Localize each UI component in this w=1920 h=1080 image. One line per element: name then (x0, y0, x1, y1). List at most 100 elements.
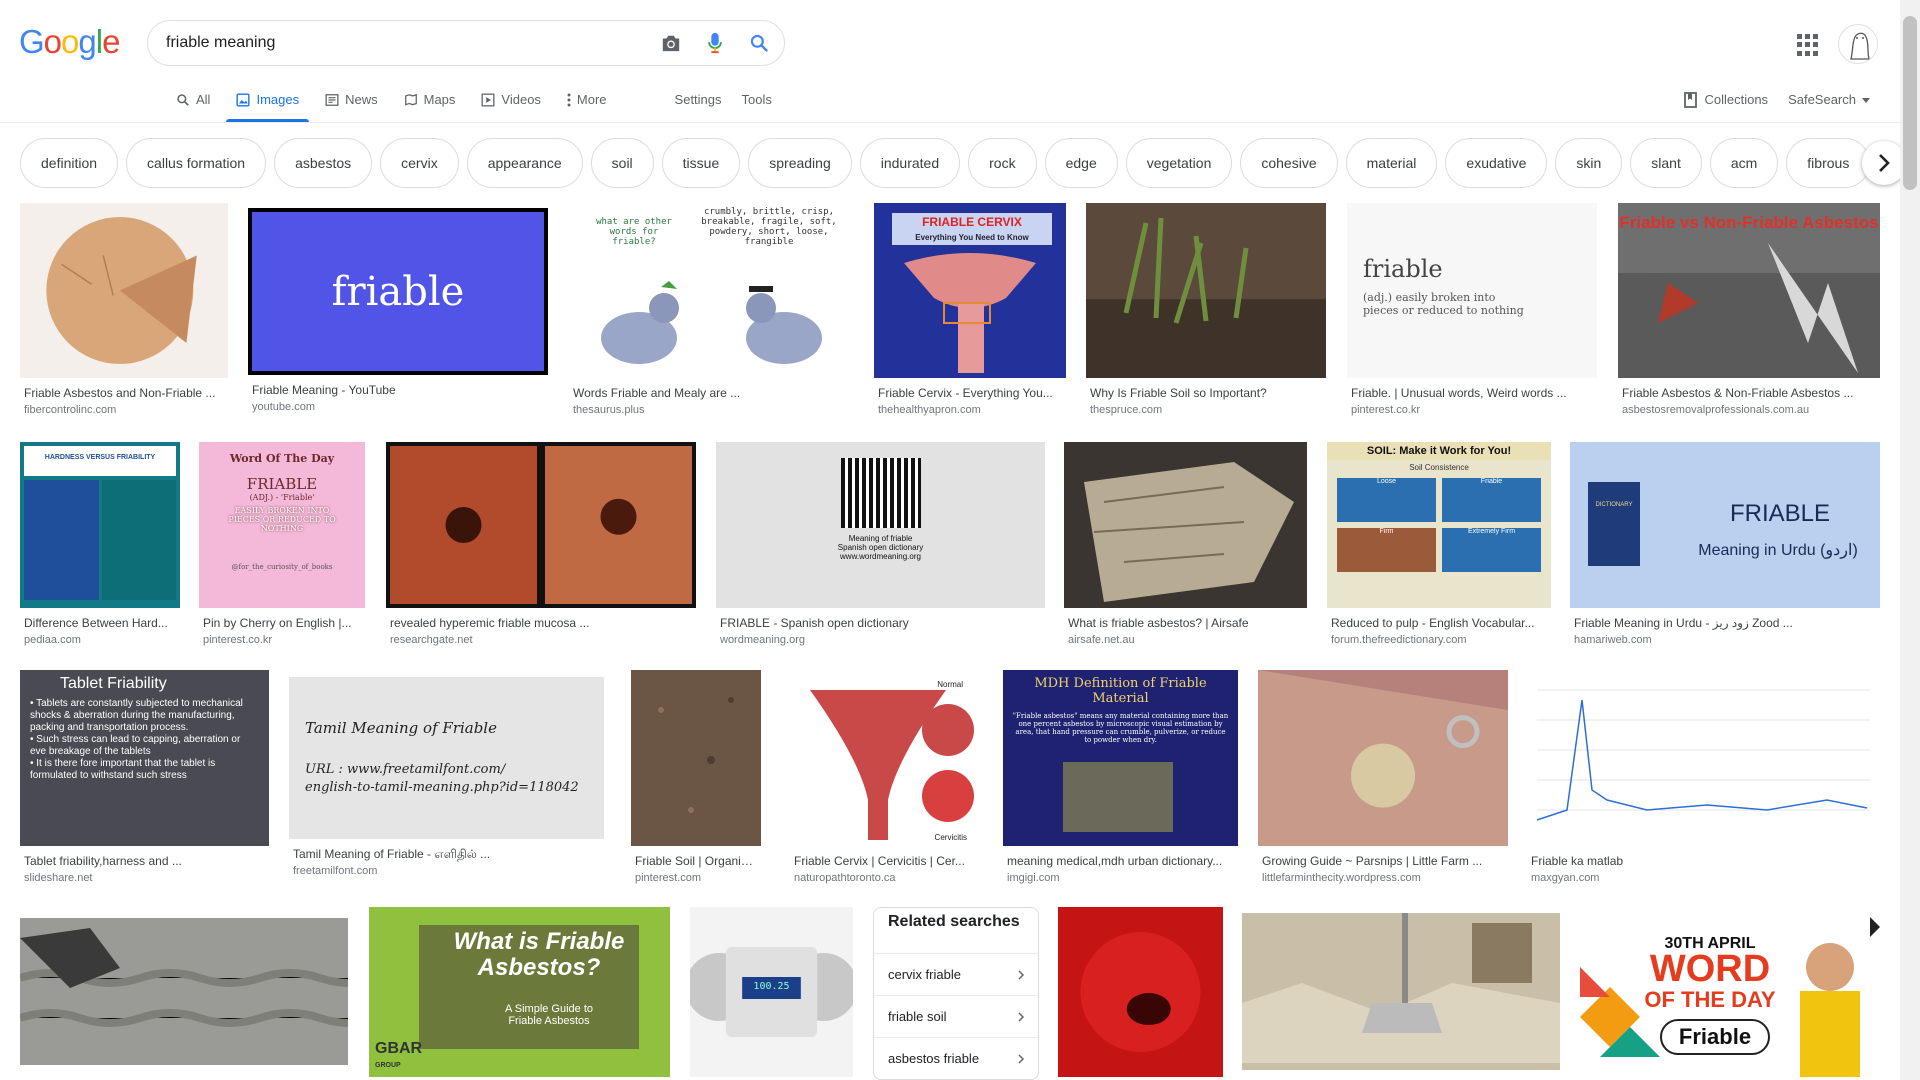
result-thumbnail[interactable]: what are other words for friable? crumbly… (569, 203, 854, 378)
chip[interactable]: vegetation (1125, 138, 1233, 188)
related-item[interactable]: asbestos friable (874, 1038, 1038, 1079)
image-result[interactable]: friable Friable Meaning - YouTube youtube.… (248, 208, 548, 417)
camera-icon[interactable] (660, 32, 682, 54)
chip[interactable]: callus formation (126, 138, 267, 188)
search-icon[interactable] (748, 32, 770, 54)
image-result[interactable]: 100.25 (690, 907, 853, 1080)
image-result[interactable]: 30TH APRIL WORD OF THE DAY Friable (1580, 907, 1880, 1080)
result-thumbnail[interactable] (1086, 203, 1326, 378)
result-title[interactable]: Difference Between Hard... (24, 616, 176, 630)
result-title[interactable]: meaning medical,mdh urban dictionary... (1007, 854, 1234, 868)
chip[interactable]: spreading (748, 138, 852, 188)
google-logo[interactable]: Google (19, 25, 120, 59)
result-thumbnail[interactable]: Friable vs Non-Friable Asbestos (1618, 203, 1880, 378)
result-title[interactable]: Friable Asbestos and Non-Friable ... (24, 386, 224, 400)
result-thumbnail[interactable]: MDH Definition of Friable Material "Friab… (1003, 670, 1238, 846)
apps-icon[interactable] (1797, 34, 1819, 56)
image-result[interactable]: Growing Guide ~ Parsnips | Little Farm .… (1258, 670, 1508, 888)
chip[interactable]: cervix (380, 138, 459, 188)
chip[interactable]: fibrous (1786, 138, 1871, 188)
result-title[interactable]: Why Is Friable Soil so Important? (1090, 386, 1322, 400)
chip[interactable]: slant (1630, 138, 1702, 188)
result-title[interactable]: Words Friable and Mealy are ... (573, 386, 850, 400)
settings-link[interactable]: Settings (665, 86, 732, 122)
image-result[interactable]: friable (adj.) easily broken into pieces … (1347, 203, 1597, 420)
image-result[interactable]: Tamil Meaning of Friable URL : www.freeta… (289, 677, 604, 881)
result-thumbnail[interactable]: 30TH APRIL WORD OF THE DAY Friable (1580, 907, 1880, 1077)
result-title[interactable]: What is friable asbestos? | Airsafe (1068, 616, 1303, 630)
result-title[interactable]: Friable Asbestos & Non-Friable Asbestos … (1622, 386, 1876, 400)
chip[interactable]: exudative (1445, 138, 1548, 188)
chip[interactable]: asbestos (274, 138, 373, 188)
result-thumbnail[interactable]: Tamil Meaning of Friable URL : www.freeta… (289, 677, 604, 839)
result-thumbnail[interactable]: friable (248, 208, 548, 375)
result-thumbnail[interactable]: Meaning of friable Spanish open dictionar… (716, 442, 1045, 608)
image-result[interactable]: What is Friable Asbestos? A Simple Guide … (369, 907, 670, 1080)
result-thumbnail[interactable] (1242, 913, 1560, 1070)
result-title[interactable]: Friable Meaning in Urdu - زود ریز Zood .… (1574, 616, 1876, 630)
image-result[interactable]: Word Of The Day FRIABLE (ADJ.) - 'Friable'… (199, 442, 365, 650)
tab-more[interactable]: More (557, 86, 617, 122)
tab-news[interactable]: News (315, 86, 388, 122)
result-title[interactable]: Friable Meaning - YouTube (252, 383, 544, 397)
result-title[interactable]: Friable. | Unusual words, Weird words ..… (1351, 386, 1593, 400)
image-result[interactable] (1058, 907, 1223, 1080)
result-title[interactable]: Friable ka matlab (1531, 854, 1876, 868)
image-result[interactable]: Normal Cervicitis Friable Cervix | Cervici… (790, 670, 983, 888)
page-scrollbar[interactable] (1900, 0, 1920, 1080)
image-result[interactable]: Why Is Friable Soil so Important? thespru… (1086, 203, 1326, 420)
result-thumbnail[interactable]: 100.25 (690, 907, 853, 1077)
avatar[interactable] (1838, 24, 1878, 64)
tab-maps[interactable]: Maps (394, 86, 466, 122)
image-result[interactable]: what are other words for friable? crumbly… (569, 203, 854, 420)
result-thumbnail[interactable]: FRIABLE CERVIX Everything You Need to Kno… (874, 203, 1066, 378)
image-result[interactable]: Friable ka matlab maxgyan.com (1527, 670, 1880, 888)
image-result[interactable] (1242, 913, 1560, 1080)
result-thumbnail[interactable]: HARDNESS VERSUS FRIABILITY (20, 442, 180, 608)
result-thumbnail[interactable]: SOIL: Make it Work for You! Soil Consiste… (1327, 442, 1551, 608)
image-result[interactable]: Tablet Friability • Tablets are constantl… (20, 670, 269, 888)
result-thumbnail[interactable]: DICTIONARY FRIABLE Meaning in Urdu (اردو) (1570, 442, 1880, 608)
image-result[interactable]: SOIL: Make it Work for You! Soil Consiste… (1327, 442, 1551, 650)
result-title[interactable]: Pin by Cherry on English |... (203, 616, 361, 630)
result-thumbnail[interactable] (386, 442, 696, 608)
result-title[interactable]: Growing Guide ~ Parsnips | Little Farm .… (1262, 854, 1504, 868)
image-result[interactable]: FRIABLE CERVIX Everything You Need to Kno… (874, 203, 1066, 420)
image-result[interactable]: What is friable asbestos? | Airsafe airsa… (1064, 442, 1307, 650)
chip[interactable]: skin (1555, 138, 1623, 188)
result-thumbnail[interactable] (1058, 907, 1223, 1077)
result-thumbnail[interactable] (20, 918, 348, 1065)
chip[interactable]: edge (1044, 138, 1118, 188)
result-thumbnail[interactable] (1527, 670, 1880, 846)
chip[interactable]: tissue (661, 138, 741, 188)
result-title[interactable]: Friable Cervix | Cervicitis | Cer... (794, 854, 979, 868)
result-thumbnail[interactable] (1064, 442, 1307, 608)
result-thumbnail[interactable] (631, 670, 761, 846)
image-result[interactable]: DICTIONARY FRIABLE Meaning in Urdu (اردو) F… (1570, 442, 1880, 650)
result-title[interactable]: Friable Cervix - Everything You... (878, 386, 1062, 400)
search-input[interactable] (166, 34, 626, 52)
chip[interactable]: cohesive (1240, 138, 1338, 188)
tab-all[interactable]: All (166, 86, 220, 122)
image-result[interactable]: Friable Asbestos and Non-Friable ... fibe… (20, 203, 228, 420)
result-title[interactable]: revealed hyperemic friable mucosa ... (390, 616, 692, 630)
result-title[interactable]: Tablet friability,harness and ... (24, 854, 265, 868)
result-thumbnail[interactable]: Tablet Friability • Tablets are constantl… (20, 670, 269, 846)
mic-icon[interactable] (704, 32, 726, 54)
tools-link[interactable]: Tools (732, 86, 782, 122)
result-title[interactable]: Reduced to pulp - English Vocabular... (1331, 616, 1547, 630)
result-title[interactable]: Friable Soil | Organic ... (635, 854, 757, 868)
image-result[interactable]: HARDNESS VERSUS FRIABILITY Difference Bet… (20, 442, 180, 650)
chip[interactable]: material (1345, 138, 1438, 188)
image-result[interactable]: Meaning of friable Spanish open dictionar… (716, 442, 1045, 650)
result-thumbnail[interactable]: Word Of The Day FRIABLE (ADJ.) - 'Friable'… (199, 442, 365, 608)
image-result[interactable]: Friable Soil | Organic ... pinterest.com (631, 670, 761, 888)
scrollbar-thumb[interactable] (1903, 16, 1917, 190)
result-title[interactable]: Tamil Meaning of Friable - எளிதில் ... (293, 847, 600, 863)
result-thumbnail[interactable]: What is Friable Asbestos? A Simple Guide … (369, 907, 670, 1077)
tab-videos[interactable]: Videos (471, 86, 551, 122)
chip[interactable]: acm (1709, 138, 1779, 188)
image-result[interactable]: revealed hyperemic friable mucosa ... res… (386, 442, 696, 650)
tab-images[interactable]: Images (226, 86, 309, 122)
chip[interactable]: appearance (466, 138, 583, 188)
